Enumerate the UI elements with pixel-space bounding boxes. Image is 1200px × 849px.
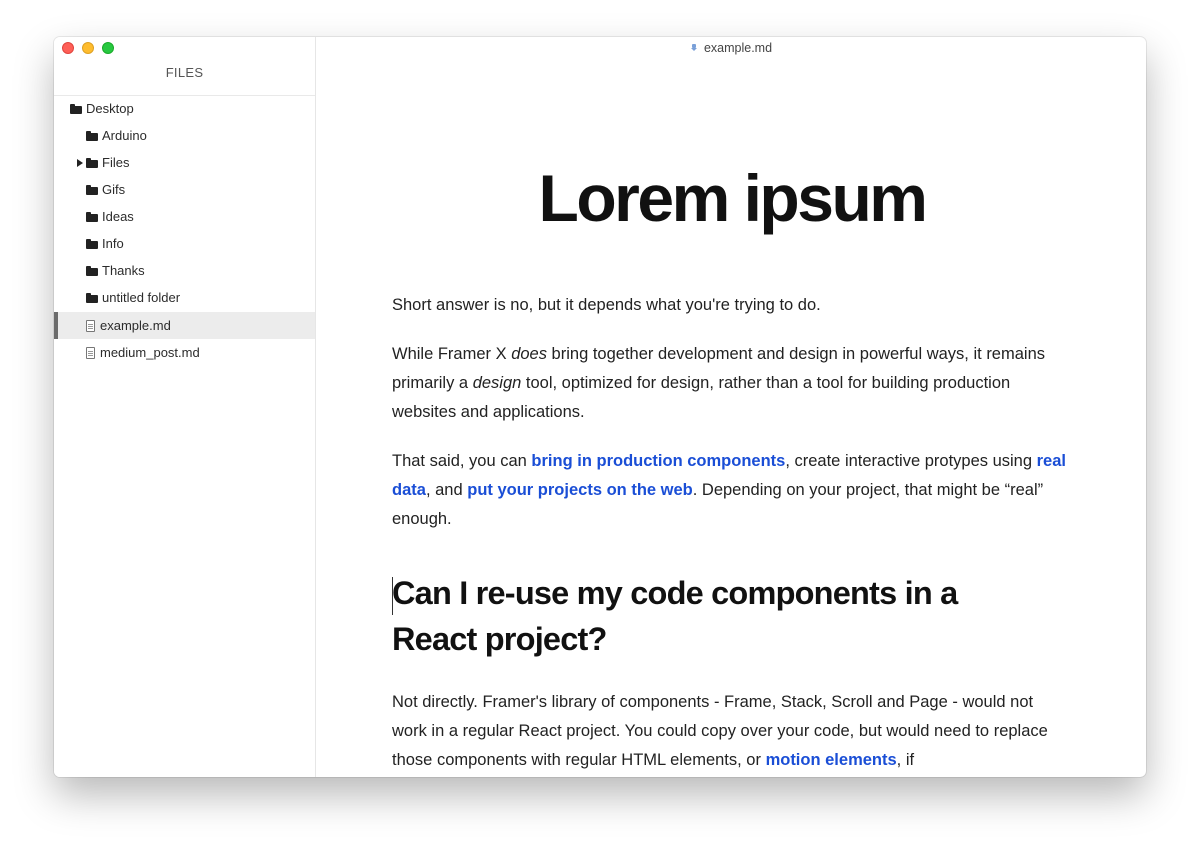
text-run: , if: [896, 751, 915, 769]
tree-item-gifs[interactable]: Gifs: [54, 176, 315, 203]
document-subheading: Can I re-use my code components in a Rea…: [392, 575, 958, 657]
zoom-button[interactable]: [102, 42, 114, 54]
paragraph-4: Not directly. Framer's library of compon…: [392, 688, 1072, 775]
tree-item-label: Thanks: [102, 263, 145, 278]
tree-item-desktop[interactable]: Desktop: [54, 95, 315, 122]
close-button[interactable]: [62, 42, 74, 54]
tree-item-info[interactable]: Info: [54, 230, 315, 257]
tree-item-arduino[interactable]: Arduino: [54, 122, 315, 149]
link-production-components[interactable]: bring in production components: [531, 452, 785, 470]
tree-item-label: Files: [102, 155, 130, 170]
link-motion-elements[interactable]: motion elements: [766, 751, 897, 769]
tree-item-label: Gifs: [102, 182, 126, 197]
folder-icon: [86, 157, 98, 168]
document-icon: [86, 319, 95, 332]
paragraph-1: Short answer is no, but it depends what …: [392, 296, 821, 314]
document-icon: [86, 346, 95, 359]
window-controls: [62, 42, 114, 54]
tree-item-ideas[interactable]: Ideas: [54, 203, 315, 230]
disclosure-arrow-icon[interactable]: [77, 158, 83, 167]
tree-item-medium-post-md[interactable]: medium_post.md: [54, 339, 315, 366]
folder-icon: [86, 265, 98, 276]
folder-icon: [86, 130, 98, 141]
app-window: FILES Desktop Arduino Files Gifs Ideas I…: [54, 37, 1146, 777]
folder-icon: [86, 211, 98, 222]
emphasis: does: [511, 345, 547, 363]
paragraph-2: While Framer X does bring together devel…: [392, 340, 1072, 427]
emphasis: design: [472, 374, 522, 392]
files-sidebar: FILES Desktop Arduino Files Gifs Ideas I…: [54, 37, 316, 777]
text-run: , and: [425, 481, 468, 499]
sidebar-title: FILES: [165, 65, 204, 80]
tree-item-thanks[interactable]: Thanks: [54, 257, 315, 284]
text-run: While Framer X: [392, 345, 512, 363]
tree-item-files[interactable]: Files: [54, 149, 315, 176]
tree-item-label: medium_post.md: [100, 345, 200, 360]
text-run: Not directly. Framer's library of compon…: [392, 693, 1048, 769]
folder-icon: [86, 292, 98, 303]
minimize-button[interactable]: [82, 42, 94, 54]
tree-item-label: example.md: [100, 318, 171, 333]
tree-item-label: Info: [102, 236, 124, 251]
tree-item-label: Desktop: [86, 101, 134, 116]
markdown-editor[interactable]: Lorem ipsum Short answer is no, but it d…: [392, 37, 1072, 777]
folder-icon: [70, 103, 82, 114]
tree-item-example-md[interactable]: example.md: [54, 312, 315, 339]
tree-item-label: untitled folder: [102, 290, 181, 305]
link-projects-on-web[interactable]: put your projects on the web: [467, 481, 693, 499]
text-run: That said, you can: [392, 452, 532, 470]
text-run: , create interactive protypes using: [785, 452, 1037, 470]
folder-icon: [86, 238, 98, 249]
tree-item-label: Arduino: [102, 128, 147, 143]
tree-item-label: Ideas: [102, 209, 134, 224]
tree-item-untitled-folder[interactable]: untitled folder: [54, 284, 315, 311]
paragraph-3: That said, you can bring in production c…: [392, 447, 1072, 534]
folder-icon: [86, 184, 98, 195]
document-heading: Lorem ipsum: [538, 161, 928, 235]
